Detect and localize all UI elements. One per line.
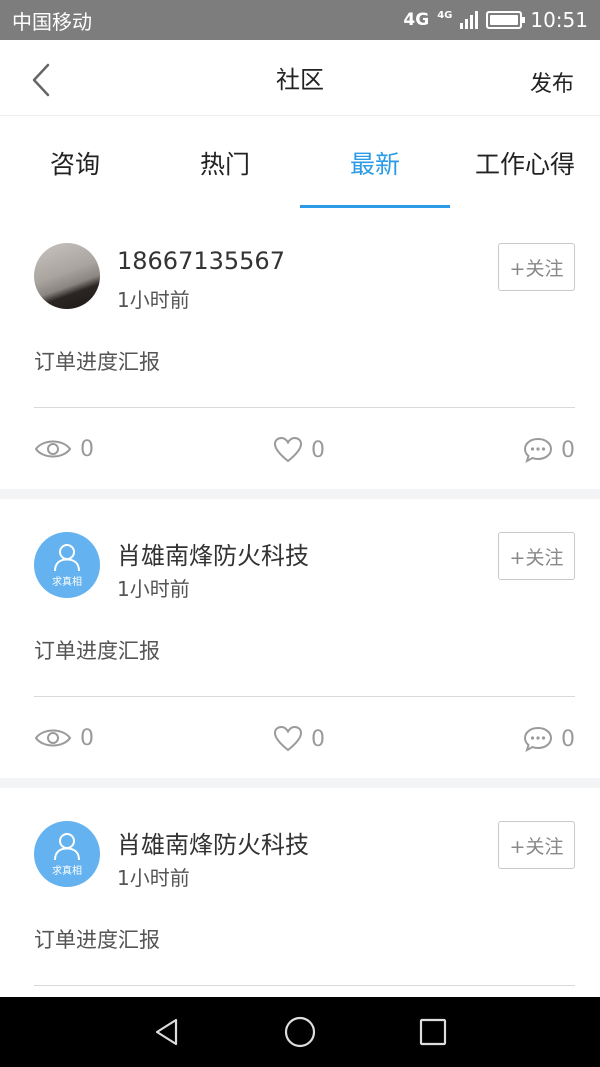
post-content[interactable]: 订单进度汇报 bbox=[34, 924, 160, 954]
likes-count: 0 bbox=[311, 437, 325, 463]
back-triangle-icon bbox=[155, 1018, 177, 1046]
views-count: 0 bbox=[80, 436, 94, 462]
author-name[interactable]: 肖雄南烽防火科技 bbox=[117, 536, 309, 571]
likes-count: 0 bbox=[311, 726, 325, 752]
views-stat[interactable]: 0 bbox=[34, 725, 94, 751]
comments-count: 0 bbox=[561, 437, 575, 463]
user-icon bbox=[54, 833, 80, 861]
post-content[interactable]: 订单进度汇报 bbox=[34, 346, 160, 376]
follow-button[interactable]: +关注 bbox=[498, 243, 575, 291]
system-home-button[interactable] bbox=[280, 1012, 320, 1052]
like-button[interactable]: 0 bbox=[273, 725, 325, 753]
comment-icon bbox=[523, 437, 553, 464]
post-card[interactable]: 18667135567 1小时前 +关注 订单进度汇报 0 0 0 bbox=[0, 210, 600, 489]
post-time: 1小时前 bbox=[117, 288, 190, 312]
status-icons: 4G 4G 10:51 bbox=[403, 8, 588, 32]
battery-icon bbox=[486, 11, 526, 29]
comment-icon bbox=[523, 726, 553, 753]
like-button[interactable]: 0 bbox=[273, 436, 325, 464]
follow-button[interactable]: +关注 bbox=[498, 821, 575, 869]
avatar[interactable] bbox=[34, 243, 100, 309]
comment-button[interactable]: 0 bbox=[523, 436, 575, 464]
avatar-label: 求真相 bbox=[52, 577, 82, 588]
author-name[interactable]: 肖雄南烽防火科技 bbox=[117, 825, 309, 860]
recents-square-icon bbox=[420, 1018, 447, 1046]
divider bbox=[34, 985, 575, 986]
tab-latest[interactable]: 最新 bbox=[300, 116, 450, 210]
eye-icon bbox=[34, 440, 72, 458]
signal-bars-icon bbox=[460, 11, 479, 29]
post-card[interactable]: 求真相 肖雄南烽防火科技 1小时前 +关注 订单进度汇报 bbox=[0, 788, 600, 997]
avatar[interactable]: 求真相 bbox=[34, 532, 100, 598]
user-icon bbox=[54, 544, 80, 572]
post-separator bbox=[0, 489, 600, 499]
views-stat[interactable]: 0 bbox=[34, 436, 94, 462]
views-count: 0 bbox=[80, 725, 94, 751]
post-separator bbox=[0, 778, 600, 788]
heart-icon bbox=[273, 436, 303, 463]
heart-icon bbox=[273, 725, 303, 752]
divider bbox=[34, 407, 575, 408]
eye-icon bbox=[34, 729, 72, 747]
carrier-label: 中国移动 bbox=[12, 9, 92, 34]
post-time: 1小时前 bbox=[117, 866, 190, 890]
tab-consult[interactable]: 咨询 bbox=[0, 116, 150, 210]
publish-button[interactable]: 发布 bbox=[530, 66, 574, 98]
post-stats: 0 0 0 bbox=[0, 725, 600, 759]
post-stats: 0 0 0 bbox=[0, 436, 600, 470]
back-arrow-icon bbox=[32, 63, 50, 97]
home-circle-icon bbox=[284, 1016, 316, 1048]
signal-icon: 4G bbox=[437, 10, 453, 21]
post-card[interactable]: 求真相 肖雄南烽防火科技 1小时前 +关注 订单进度汇报 0 0 0 bbox=[0, 499, 600, 778]
page-title: 社区 bbox=[276, 66, 324, 94]
post-content[interactable]: 订单进度汇报 bbox=[34, 635, 160, 665]
follow-button[interactable]: +关注 bbox=[498, 532, 575, 580]
comments-count: 0 bbox=[561, 726, 575, 752]
post-feed[interactable]: 18667135567 1小时前 +关注 订单进度汇报 0 0 0 求真相 肖雄… bbox=[0, 210, 600, 997]
author-name[interactable]: 18667135567 bbox=[117, 247, 285, 275]
avatar-label: 求真相 bbox=[52, 866, 82, 877]
avatar[interactable]: 求真相 bbox=[34, 821, 100, 887]
system-recents-button[interactable] bbox=[413, 1012, 453, 1052]
header: 社区 发布 bbox=[0, 40, 600, 116]
post-time: 1小时前 bbox=[117, 577, 190, 601]
system-back-button[interactable] bbox=[147, 1012, 187, 1052]
clock: 10:51 bbox=[530, 8, 588, 32]
system-navigation-bar bbox=[0, 997, 600, 1067]
comment-button[interactable]: 0 bbox=[523, 725, 575, 753]
tab-hot[interactable]: 热门 bbox=[150, 116, 300, 210]
divider bbox=[34, 696, 575, 697]
status-bar: 中国移动 4G 4G 10:51 bbox=[0, 0, 600, 40]
tab-work-notes[interactable]: 工作心得 bbox=[450, 116, 600, 210]
category-tabs: 咨询 热门 最新 工作心得 bbox=[0, 116, 600, 210]
network-indicator: 4G bbox=[403, 10, 430, 30]
back-button[interactable] bbox=[28, 62, 58, 98]
